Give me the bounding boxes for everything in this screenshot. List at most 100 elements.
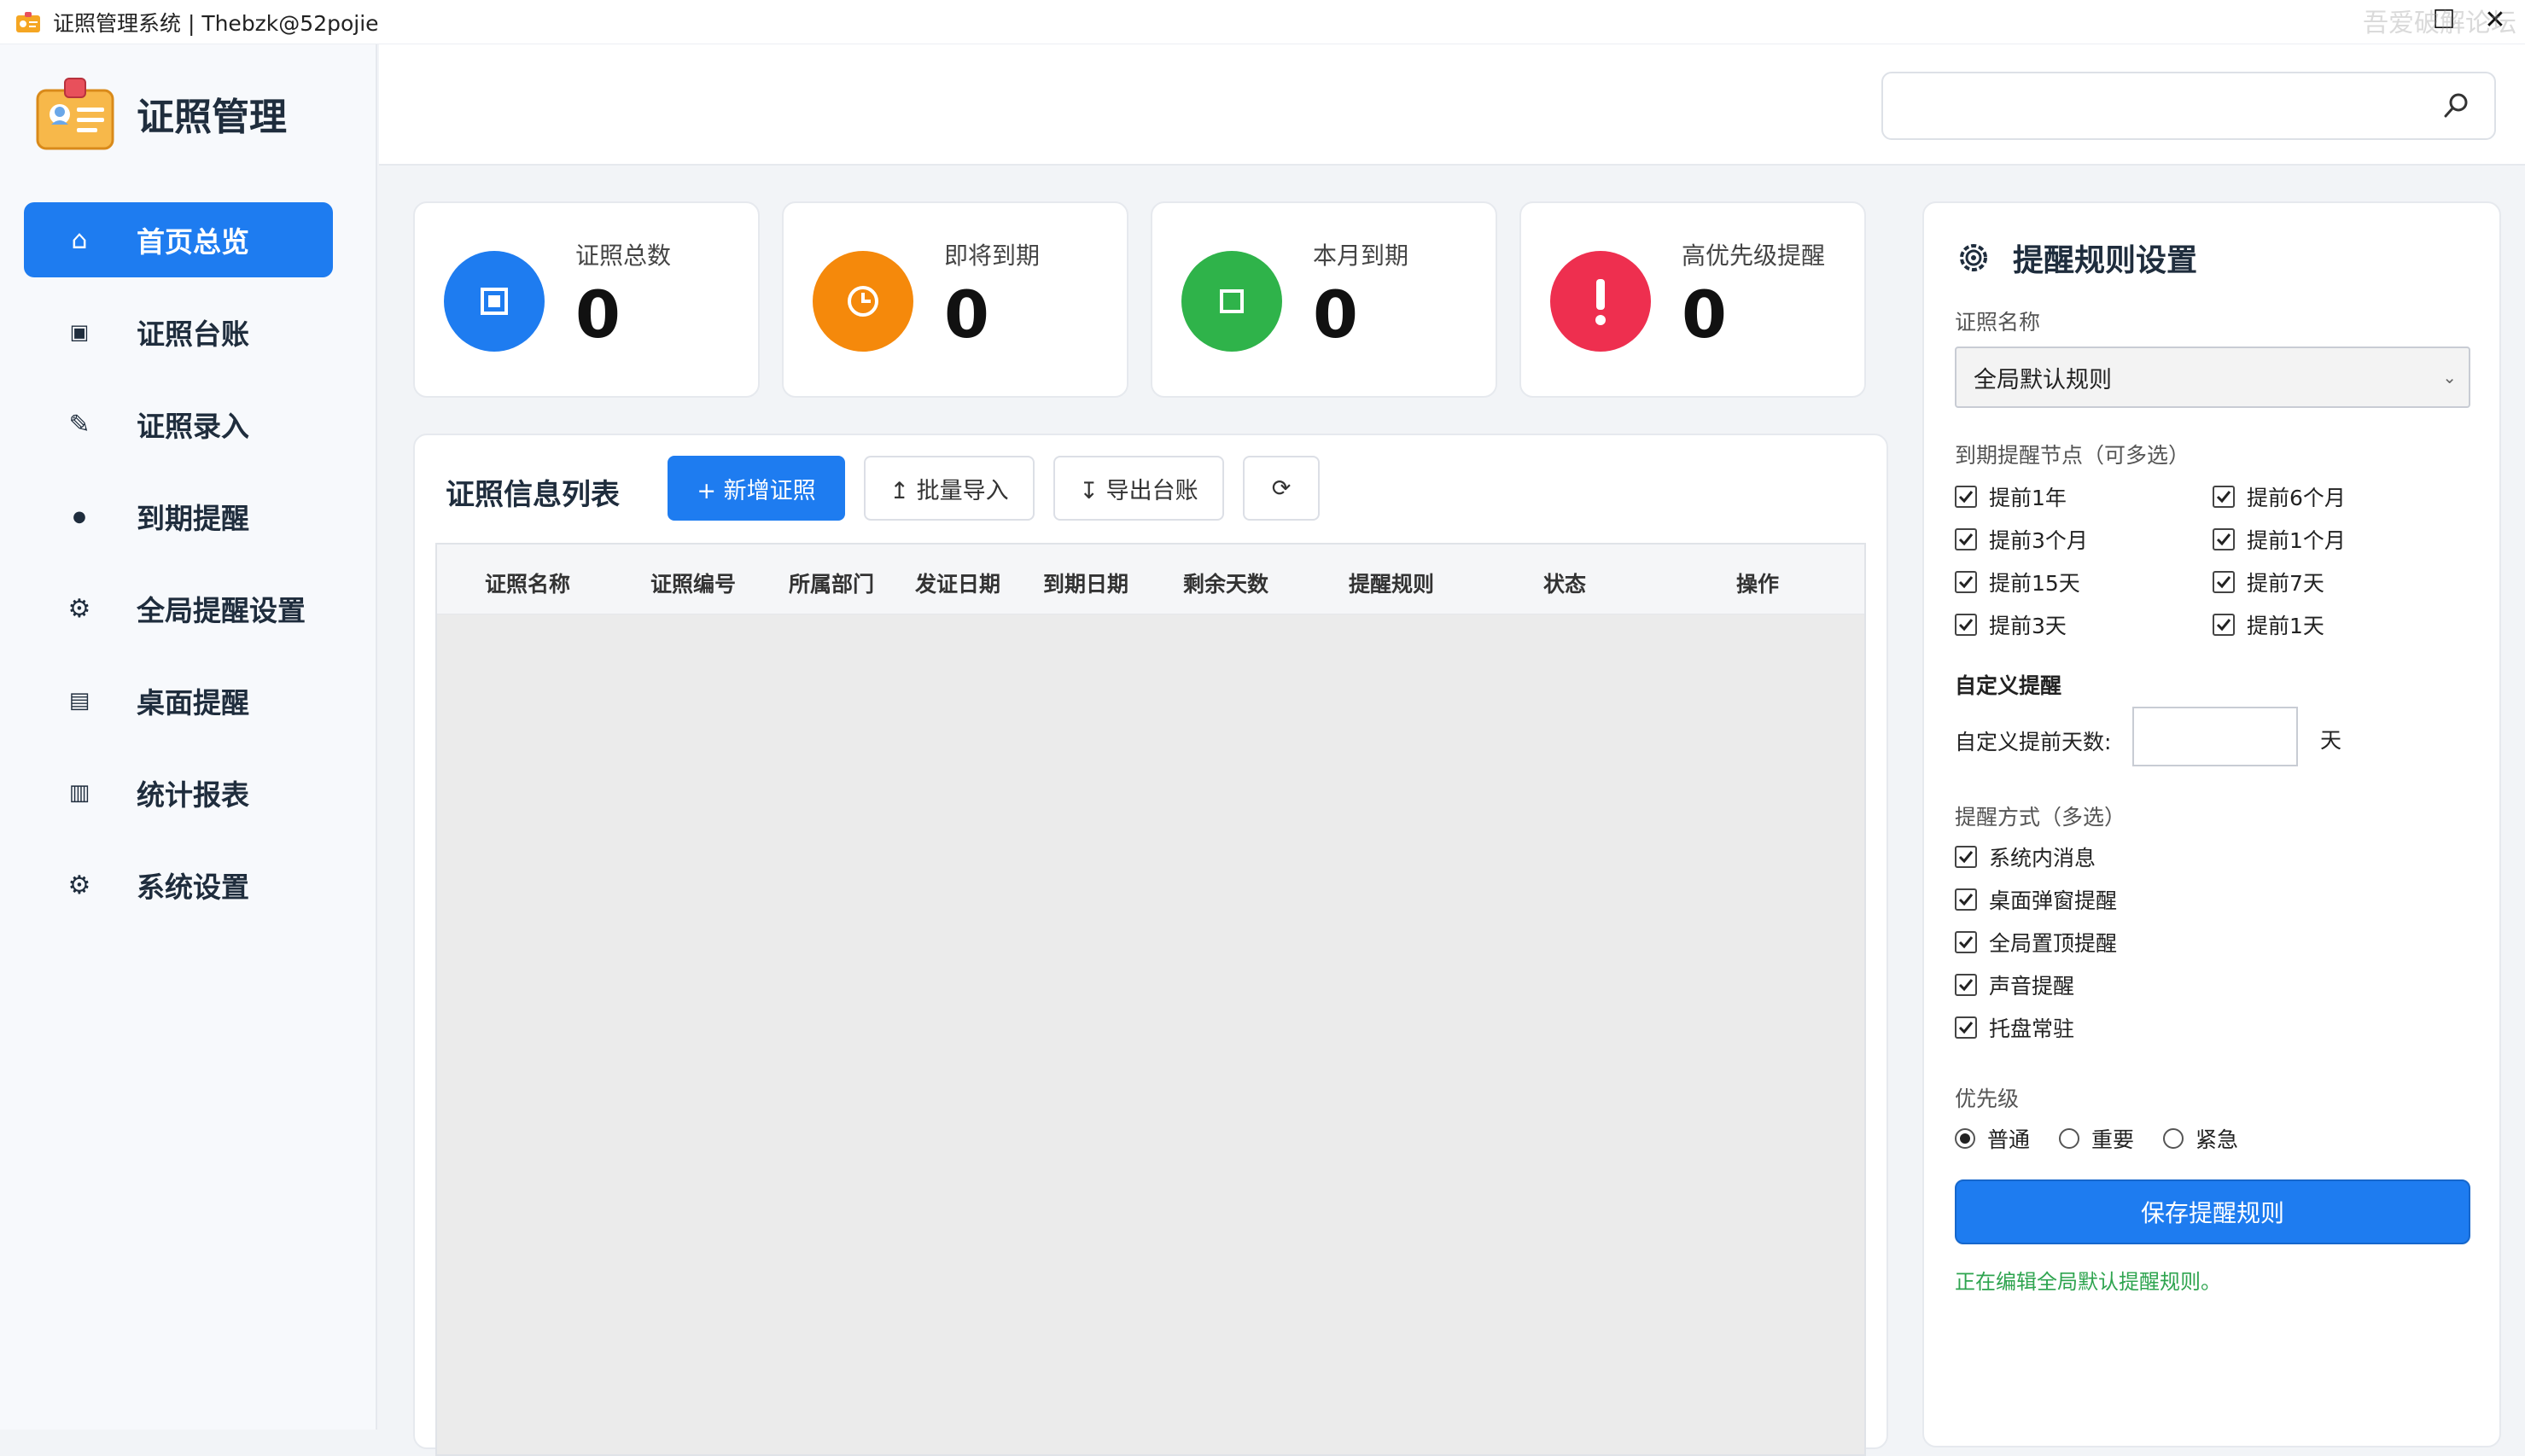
- square-icon: [481, 288, 508, 315]
- checkbox-checked-icon: [1955, 846, 1977, 868]
- sidebar-item-entry[interactable]: ✎ 证照录入: [24, 387, 333, 462]
- sidebar-item-label: 首页总览: [137, 225, 249, 259]
- sidebar-item-ledger[interactable]: ▣ 证照台账: [24, 294, 333, 370]
- column-header-reminder-rule[interactable]: 提醒规则: [1349, 568, 1434, 598]
- stat-value: 0: [1313, 277, 1358, 352]
- node-checkbox-3-days[interactable]: 提前3天: [1955, 609, 2067, 640]
- window-titlebar: 证照管理系统 | Thebzk@52pojie ☐ ✕: [0, 0, 2525, 44]
- table-header: 证照名称 证照编号 所属部门 发证日期 到期日期 剩余天数 提醒规则 状态 操作: [437, 545, 1864, 614]
- id-card-logo-icon: [36, 78, 114, 150]
- search-icon[interactable]: [2441, 90, 2472, 121]
- stat-card-total: 证照总数 0: [413, 201, 760, 398]
- stat-label: 证照总数: [575, 242, 672, 270]
- sidebar-item-reports[interactable]: ▥ 统计报表: [24, 755, 333, 830]
- sidebar-item-global-reminder-settings[interactable]: ⚙ 全局提醒设置: [24, 571, 333, 646]
- sidebar-item-overview[interactable]: ⌂ 首页总览: [24, 202, 333, 277]
- chevron-down-icon: ⌄: [2442, 367, 2457, 387]
- clock-icon: [848, 286, 878, 317]
- sidebar-item-label: 统计报表: [137, 778, 249, 812]
- column-header-name[interactable]: 证照名称: [485, 568, 570, 598]
- radio-label: 重要: [2091, 1127, 2135, 1152]
- stat-card-this-month: 本月到期 0: [1151, 201, 1497, 398]
- node-checkbox-1-month[interactable]: 提前1个月: [2213, 524, 2346, 555]
- rule-panel-title: 提醒规则设置: [2013, 243, 2198, 278]
- method-checkbox-sound[interactable]: 声音提醒: [1955, 970, 2074, 1000]
- checkbox-checked-icon: [2213, 486, 2235, 508]
- list-title: 证照信息列表: [446, 478, 620, 512]
- stat-label: 高优先级提醒: [1682, 242, 1826, 270]
- column-header-actions[interactable]: 操作: [1736, 568, 1779, 598]
- column-header-number[interactable]: 证照编号: [650, 568, 736, 598]
- checkbox-label: 提前3个月: [1989, 528, 2088, 553]
- priority-radio-urgent[interactable]: 紧急: [2163, 1123, 2238, 1154]
- sidebar-item-expiry-reminder[interactable]: ● 到期提醒: [24, 479, 333, 554]
- stat-value: 0: [944, 277, 989, 352]
- method-checkbox-desktop-popup[interactable]: 桌面弹窗提醒: [1955, 884, 2117, 915]
- column-header-days-left[interactable]: 剩余天数: [1183, 568, 1268, 598]
- sidebar-item-desktop-reminder[interactable]: ▤ 桌面提醒: [24, 663, 333, 738]
- chart-icon: ▥: [68, 780, 90, 806]
- dot-icon: ●: [73, 507, 86, 526]
- node-checkbox-1-day[interactable]: 提前1天: [2213, 609, 2324, 640]
- brand-name: 证照管理: [137, 96, 287, 139]
- checkbox-label: 全局置顶提醒: [1989, 931, 2118, 956]
- column-header-expiry-date[interactable]: 到期日期: [1043, 568, 1128, 598]
- refresh-button[interactable]: ⟳: [1243, 456, 1320, 521]
- column-header-department[interactable]: 所属部门: [789, 568, 874, 598]
- cert-name-selected-value: 全局默认规则: [1974, 366, 2112, 393]
- checkbox-label: 桌面弹窗提醒: [1989, 888, 2118, 913]
- priority-radio-important[interactable]: 重要: [2059, 1123, 2134, 1154]
- export-ledger-button[interactable]: ↧ 导出台账: [1053, 456, 1224, 521]
- node-checkbox-7-days[interactable]: 提前7天: [2213, 567, 2324, 597]
- checkbox-label: 提前1天: [2247, 614, 2324, 638]
- cert-name-select[interactable]: 全局默认规则 ⌄: [1955, 347, 2470, 408]
- stat-icon-circle: [813, 251, 913, 352]
- ledger-icon: ▣: [69, 320, 90, 344]
- priority-radio-normal[interactable]: 普通: [1955, 1123, 2030, 1154]
- node-checkbox-3-months[interactable]: 提前3个月: [1955, 524, 2088, 555]
- node-checkbox-6-months[interactable]: 提前6个月: [2213, 481, 2346, 512]
- sidebar-item-label: 证照录入: [137, 410, 249, 443]
- document-icon: ▤: [68, 688, 90, 713]
- checkbox-label: 提前6个月: [2247, 486, 2346, 510]
- exclamation-icon: [1595, 279, 1606, 325]
- reminder-rule-panel: 提醒规则设置 证照名称 全局默认规则 ⌄ 到期提醒节点（可多选） 提前1年 提前…: [1922, 201, 2501, 1447]
- stat-icon-circle: [1550, 251, 1651, 352]
- node-checkbox-1-year[interactable]: 提前1年: [1955, 481, 2067, 512]
- app-icon: [16, 11, 40, 32]
- checkbox-checked-icon: [1955, 571, 1977, 593]
- top-header: [379, 44, 2525, 166]
- cert-table: 证照名称 证照编号 所属部门 发证日期 到期日期 剩余天数 提醒规则 状态 操作: [435, 543, 1866, 1456]
- search-box[interactable]: [1881, 72, 2496, 140]
- radio-selected-icon: [1955, 1128, 1975, 1149]
- add-cert-button[interactable]: + 新增证照: [668, 456, 845, 521]
- close-button[interactable]: ✕: [2481, 5, 2510, 35]
- pen-icon: ✎: [68, 409, 90, 440]
- radio-label: 紧急: [2196, 1127, 2239, 1152]
- gear-icon: [1960, 244, 1987, 271]
- checkbox-label: 提前1个月: [2247, 528, 2346, 553]
- method-checkbox-global-top[interactable]: 全局置顶提醒: [1955, 927, 2117, 958]
- column-header-status[interactable]: 状态: [1543, 568, 1586, 598]
- search-input[interactable]: [1883, 73, 2395, 138]
- checkbox-checked-icon: [1955, 614, 1977, 636]
- checkbox-checked-icon: [1955, 528, 1977, 550]
- stat-icon-circle: [444, 251, 545, 352]
- method-checkbox-system-message[interactable]: 系统内消息: [1955, 842, 2096, 872]
- priority-label: 优先级: [1955, 1086, 2020, 1111]
- custom-days-unit: 天: [2320, 728, 2342, 753]
- save-rule-button[interactable]: 保存提醒规则: [1955, 1179, 2470, 1244]
- sidebar-nav: ⌂ 首页总览 ▣ 证照台账 ✎ 证照录入 ● 到期提醒 ⚙ 全局提醒设置 ▤ 桌…: [24, 202, 333, 940]
- window-title: 证照管理系统 | Thebzk@52pojie: [53, 10, 379, 36]
- custom-days-input[interactable]: [2132, 707, 2298, 766]
- method-checkbox-tray[interactable]: 托盘常驻: [1955, 1012, 2074, 1043]
- checkbox-label: 提前7天: [2247, 571, 2324, 596]
- batch-import-button[interactable]: ↥ 批量导入: [864, 456, 1035, 521]
- sidebar-item-label: 到期提醒: [137, 502, 249, 535]
- gear-icon: ⚙: [67, 593, 91, 624]
- custom-days-label: 自定义提前天数:: [1955, 730, 2112, 754]
- sidebar-item-system-settings[interactable]: ⚙ 系统设置: [24, 847, 333, 923]
- node-checkbox-15-days[interactable]: 提前15天: [1955, 567, 2080, 597]
- column-header-issue-date[interactable]: 发证日期: [915, 568, 1000, 598]
- maximize-button[interactable]: ☐: [2429, 5, 2458, 35]
